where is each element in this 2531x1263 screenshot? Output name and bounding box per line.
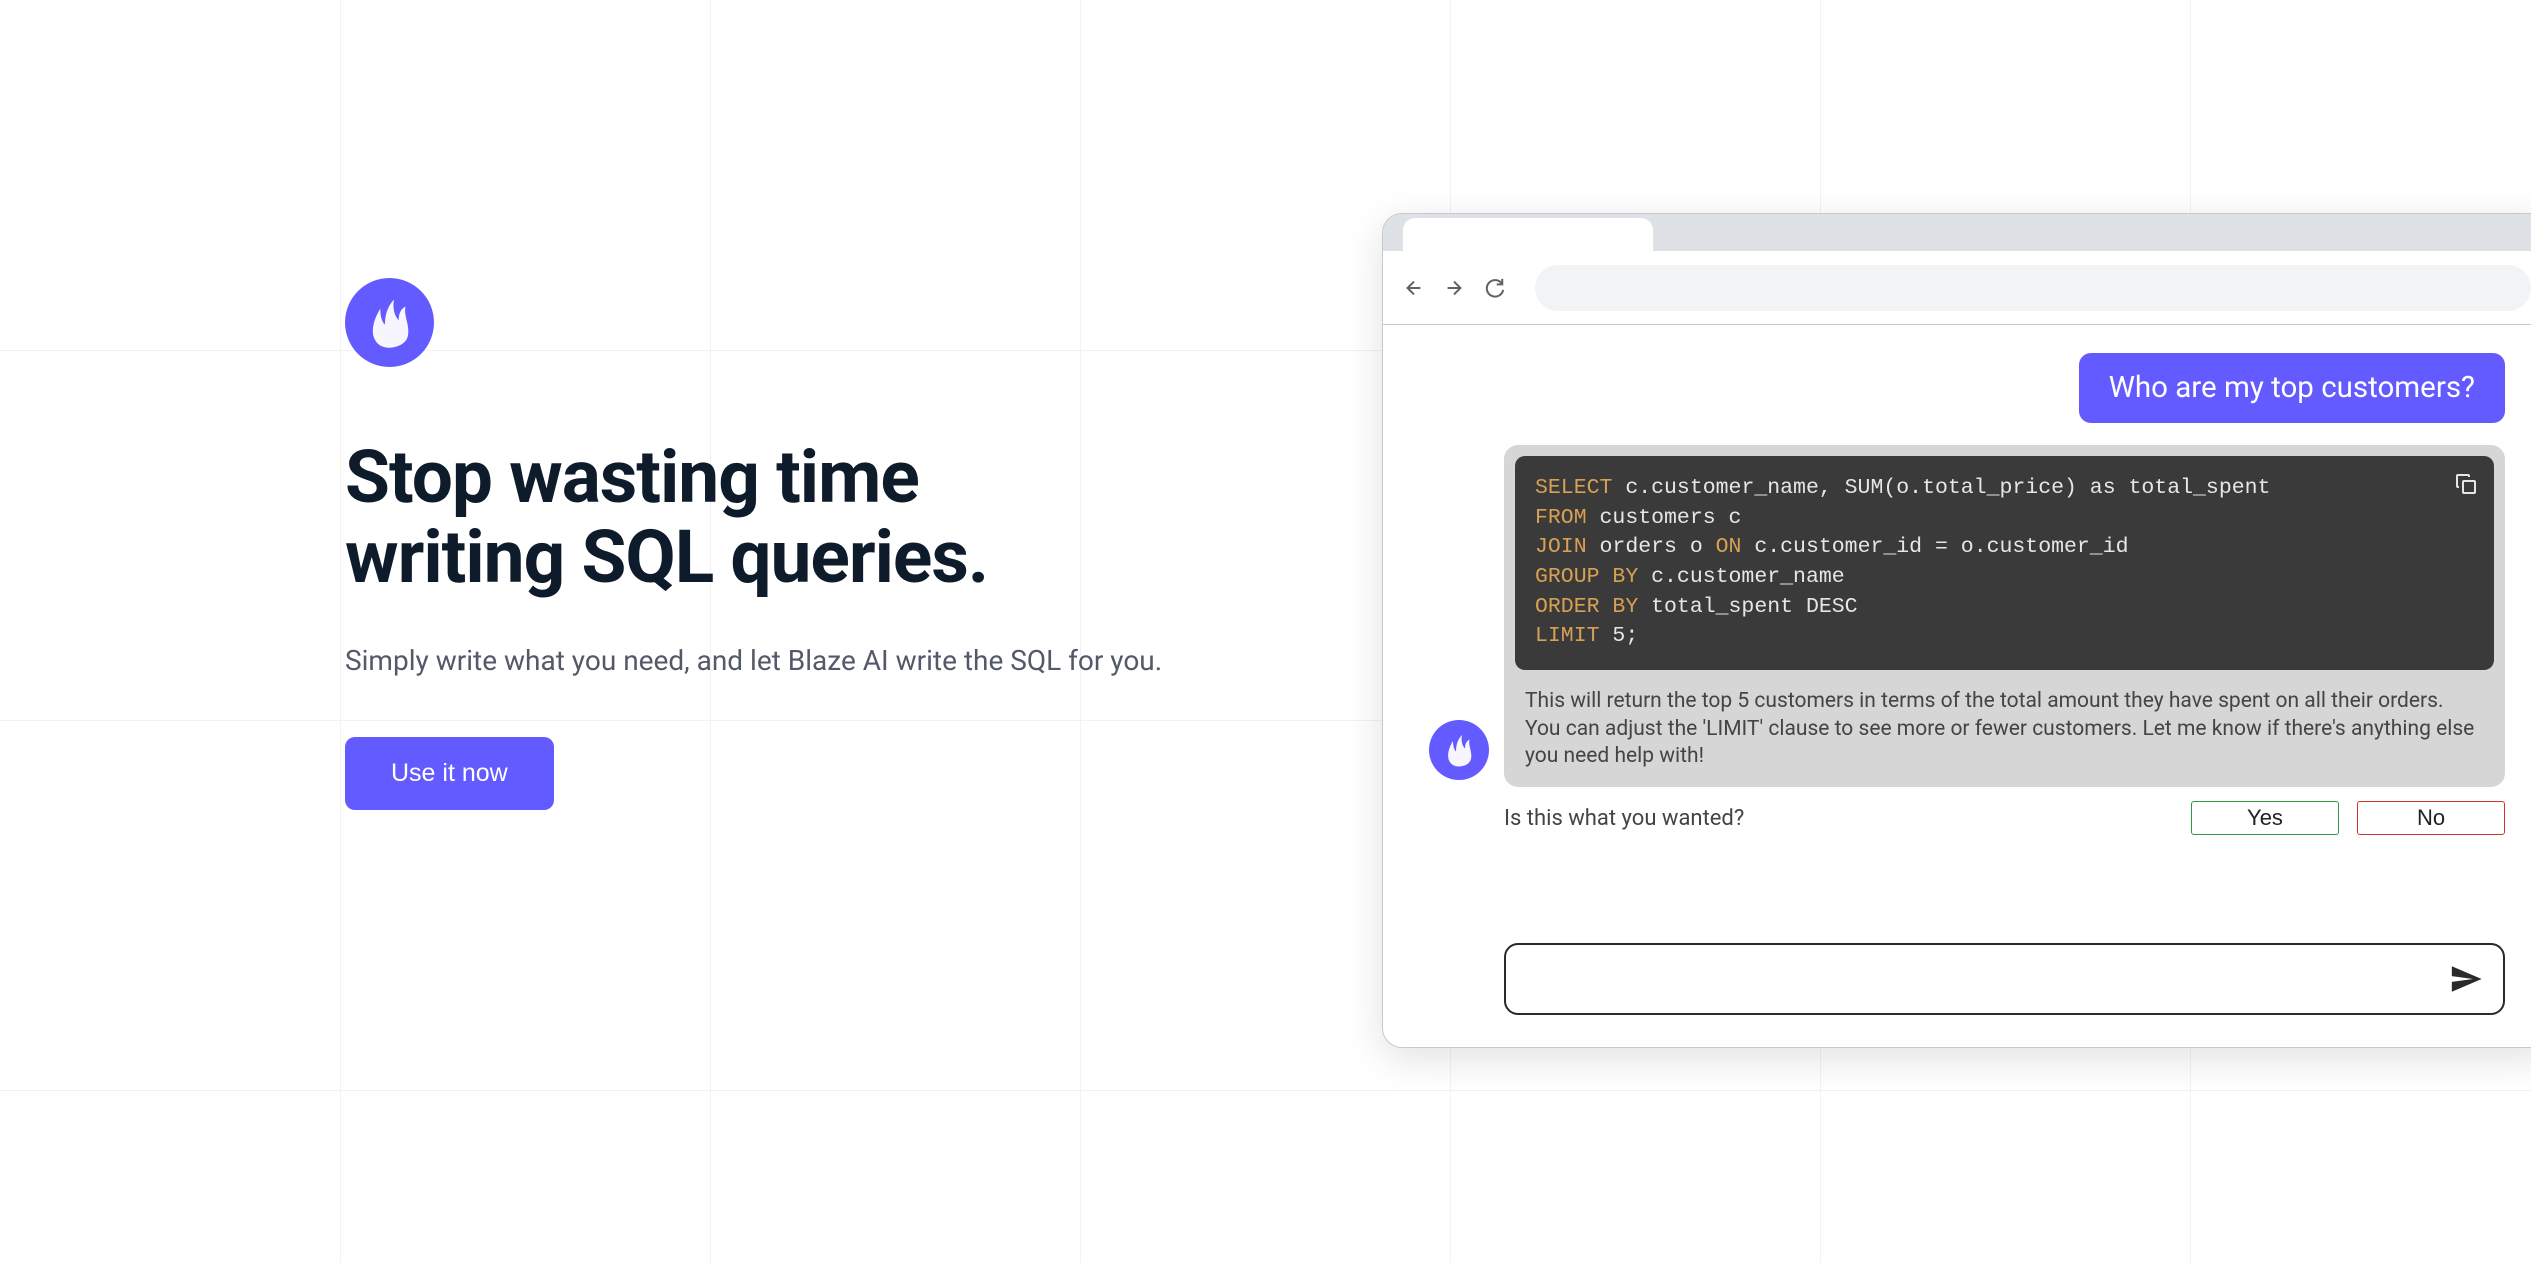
assistant-response: SELECT c.customer_name, SUM(o.total_pric… — [1429, 445, 2505, 835]
assistant-avatar — [1429, 720, 1489, 780]
chat-area: Who are my top customers? SELECT c.custo… — [1383, 325, 2531, 1047]
arrow-left-icon — [1403, 277, 1425, 299]
page-headline: Stop wasting time writing SQL queries. — [345, 437, 1245, 598]
reload-button[interactable] — [1483, 277, 1505, 299]
chat-input-row — [1504, 943, 2505, 1015]
copy-button[interactable] — [2454, 472, 2478, 496]
response-card: SELECT c.customer_name, SUM(o.total_pric… — [1504, 445, 2505, 787]
chat-input[interactable] — [1504, 943, 2505, 1015]
sql-line-6: LIMIT 5; — [1535, 622, 2474, 652]
sql-line-1: SELECT c.customer_name, SUM(o.total_pric… — [1535, 474, 2474, 504]
sql-line-2: FROM customers c — [1535, 504, 2474, 534]
send-button[interactable] — [2449, 962, 2483, 996]
send-icon — [2449, 962, 2483, 996]
copy-icon — [2454, 472, 2478, 496]
feedback-prompt: Is this what you wanted? — [1504, 806, 1744, 831]
user-message-bubble: Who are my top customers? — [2079, 353, 2505, 423]
page-subheadline: Simply write what you need, and let Blaz… — [345, 644, 1245, 677]
feedback-row: Is this what you wanted? Yes No — [1504, 801, 2505, 835]
sql-explanation: This will return the top 5 customers in … — [1515, 688, 2494, 771]
sql-code-block: SELECT c.customer_name, SUM(o.total_pric… — [1515, 456, 2494, 670]
browser-toolbar — [1383, 251, 2531, 325]
feedback-yes-button[interactable]: Yes — [2191, 801, 2339, 835]
browser-tab[interactable] — [1403, 218, 1653, 251]
arrow-right-icon — [1443, 277, 1465, 299]
flame-icon — [362, 295, 417, 350]
sql-line-4: GROUP BY c.customer_name — [1535, 563, 2474, 593]
browser-tab-bar — [1383, 214, 2531, 251]
forward-button[interactable] — [1443, 277, 1465, 299]
sql-line-5: ORDER BY total_spent DESC — [1535, 593, 2474, 623]
reload-icon — [1483, 277, 1505, 299]
hero-section: Stop wasting time writing SQL queries. S… — [345, 278, 1245, 810]
url-bar[interactable] — [1535, 265, 2531, 311]
feedback-no-button[interactable]: No — [2357, 801, 2505, 835]
browser-mockup: Who are my top customers? SELECT c.custo… — [1382, 213, 2531, 1048]
flame-icon — [1441, 732, 1477, 768]
blaze-logo — [345, 278, 434, 367]
back-button[interactable] — [1403, 277, 1425, 299]
use-it-now-button[interactable]: Use it now — [345, 737, 554, 810]
headline-line-2: writing SQL queries. — [345, 514, 988, 600]
sql-line-3: JOIN orders o ON c.customer_id = o.custo… — [1535, 533, 2474, 563]
headline-line-1: Stop wasting time — [345, 434, 919, 520]
